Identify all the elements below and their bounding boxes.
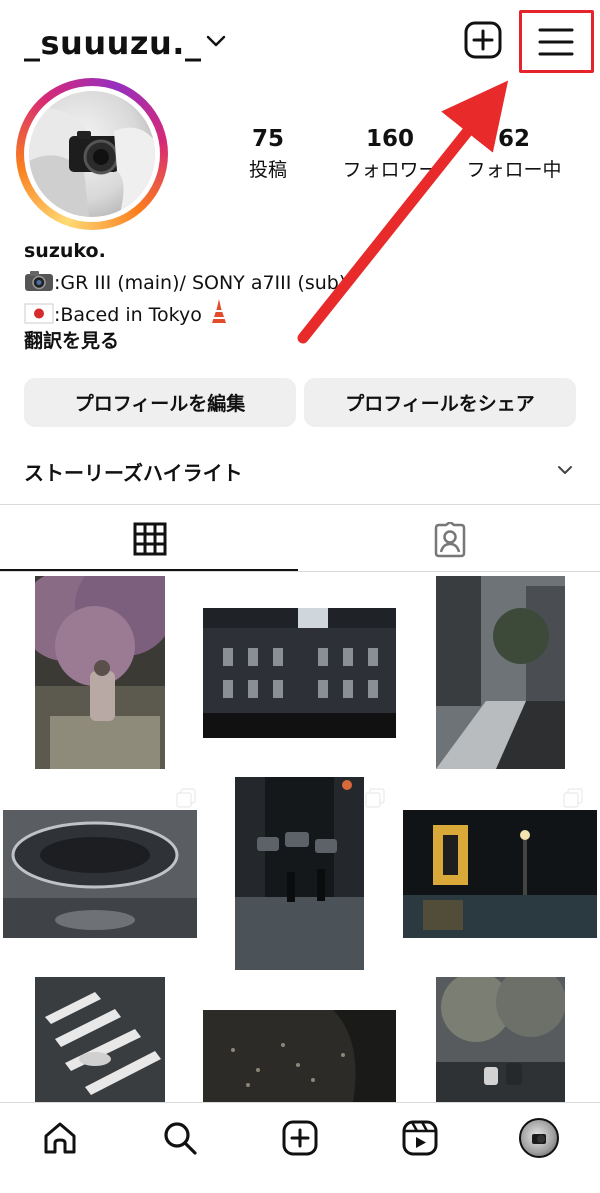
multiple-posts-icon	[365, 788, 385, 808]
post-thumbnail[interactable]	[3, 810, 197, 938]
stat-posts[interactable]: 75 投稿	[208, 126, 328, 182]
post-thumbnail[interactable]	[35, 576, 165, 769]
post-thumbnail[interactable]	[403, 810, 597, 938]
posts-count: 75	[251, 126, 284, 152]
display-name: suzuko.	[24, 240, 106, 262]
post-thumbnail[interactable]	[203, 608, 396, 738]
home-icon[interactable]	[40, 1118, 80, 1158]
post-image	[3, 810, 197, 938]
create-post-icon[interactable]	[463, 20, 503, 60]
post-image	[436, 977, 565, 1102]
post-image	[35, 576, 165, 769]
chevron-down-icon[interactable]	[206, 34, 226, 48]
menu-highlight-box	[519, 10, 594, 73]
search-icon[interactable]	[160, 1118, 200, 1158]
stat-following[interactable]: 62 フォロー中	[454, 126, 574, 182]
bio-line-location: :Baced in Tokyo	[24, 298, 230, 326]
reels-icon[interactable]	[400, 1118, 440, 1158]
story-highlights-title[interactable]: ストーリーズハイライト	[24, 457, 243, 486]
see-translation-link[interactable]: 翻訳を見る	[24, 326, 119, 353]
tokyo-tower-icon	[211, 299, 226, 323]
following-count: 62	[497, 126, 530, 152]
avatar-photo-camera	[29, 108, 155, 217]
share-profile-button[interactable]: プロフィールをシェア	[304, 378, 576, 427]
multiple-posts-icon	[176, 788, 196, 808]
post-image	[35, 977, 165, 1102]
grid-tab-icon[interactable]	[133, 522, 167, 556]
post-image	[436, 576, 565, 769]
posts-label: 投稿	[248, 159, 287, 181]
multiple-posts-icon	[563, 788, 583, 808]
followers-label: フォロワー	[342, 159, 438, 181]
post-image	[203, 1010, 396, 1102]
following-label: フォロー中	[466, 159, 562, 181]
avatar[interactable]	[29, 91, 155, 217]
followers-count: 160	[365, 126, 414, 152]
create-icon[interactable]	[280, 1118, 320, 1158]
bio-location-text: :Baced in Tokyo	[54, 304, 202, 326]
profile-avatar[interactable]	[519, 1118, 559, 1158]
username[interactable]: _suuuzu._	[24, 24, 201, 62]
japan-flag-icon	[24, 303, 54, 324]
bio-camera-text: :GR III (main)/ SONY a7III (sub)	[54, 272, 347, 294]
post-image	[235, 777, 364, 970]
divider	[0, 571, 600, 572]
post-image	[203, 608, 396, 738]
post-thumbnail[interactable]	[235, 777, 364, 970]
stat-followers[interactable]: 160 フォロワー	[330, 126, 450, 182]
post-thumbnail[interactable]	[203, 1010, 396, 1102]
tagged-tab-icon[interactable]	[432, 522, 468, 558]
post-thumbnail[interactable]	[436, 977, 565, 1102]
edit-profile-button[interactable]: プロフィールを編集	[24, 378, 296, 427]
divider	[0, 504, 600, 505]
post-thumbnail[interactable]	[436, 576, 565, 769]
profile-avatar-photo	[532, 1134, 546, 1144]
post-image	[403, 810, 597, 938]
camera-emoji-icon	[25, 271, 53, 291]
annotation-arrow	[297, 80, 509, 344]
bio-line-camera: :GR III (main)/ SONY a7III (sub)	[24, 270, 346, 294]
chevron-down-icon[interactable]	[557, 464, 573, 476]
post-thumbnail[interactable]	[35, 977, 165, 1102]
